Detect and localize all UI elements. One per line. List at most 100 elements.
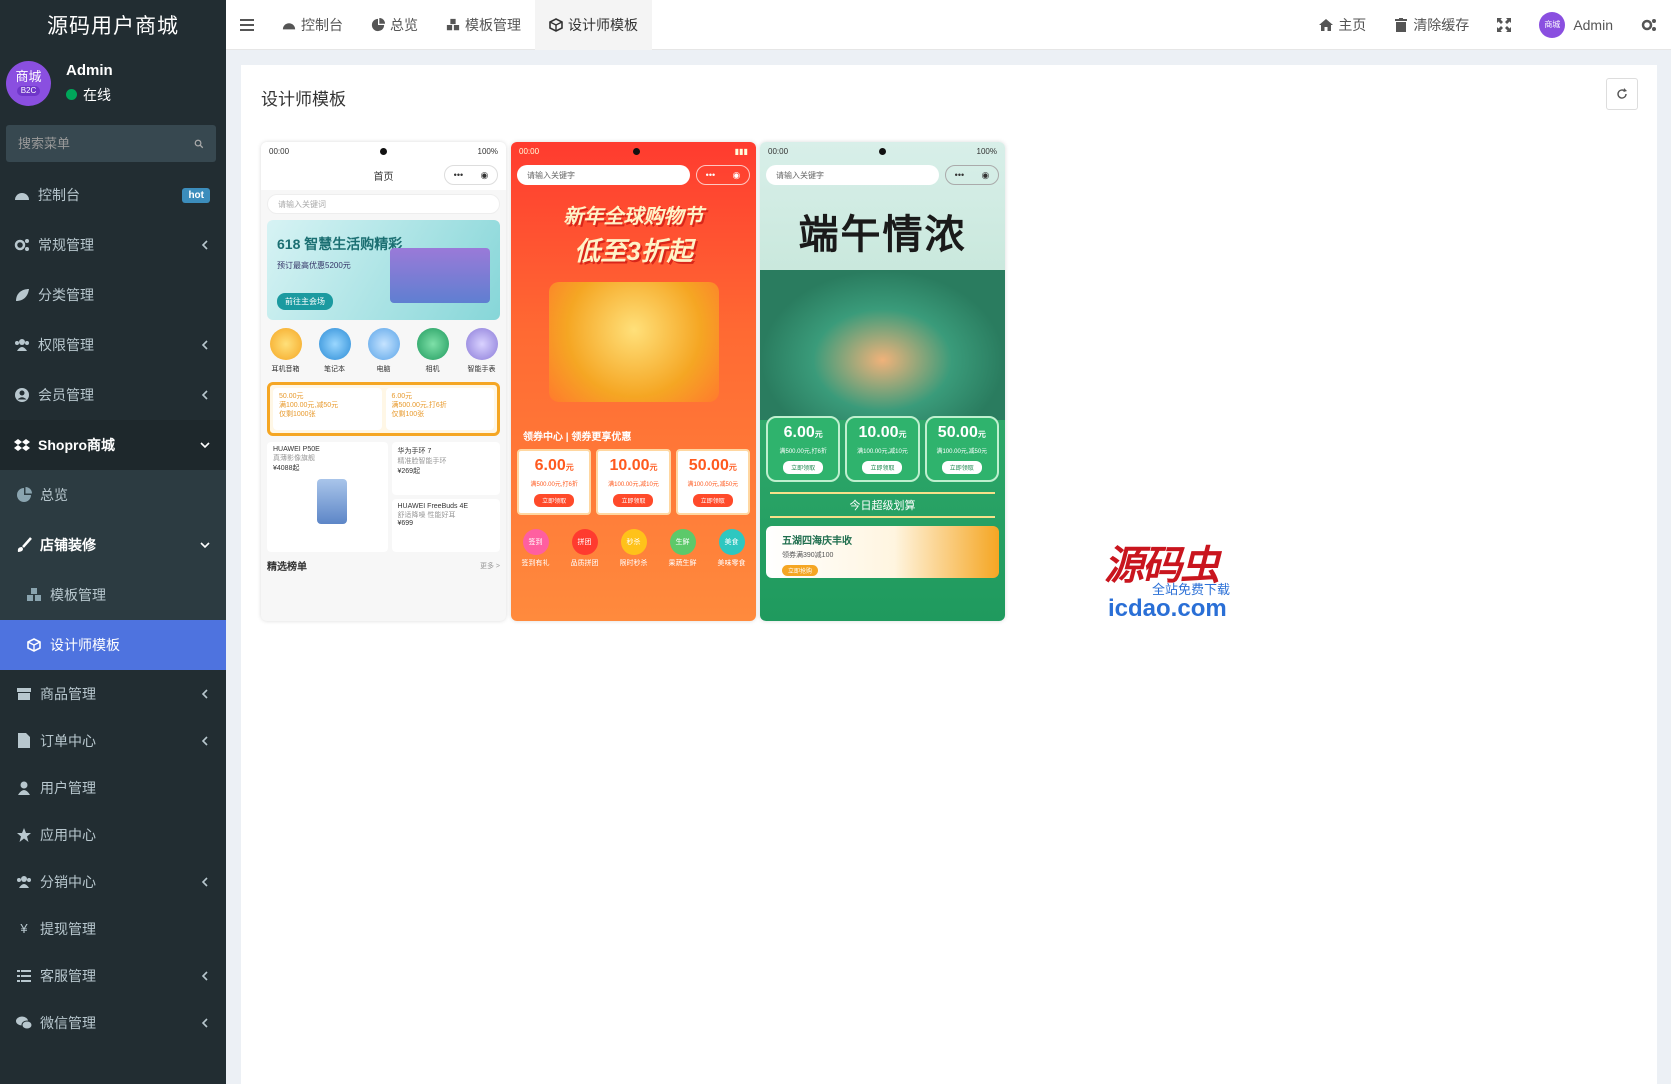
sidebar-item-label: 分类管理 bbox=[38, 287, 94, 303]
phone-page-title: 首页 bbox=[373, 171, 394, 183]
sidebar-item-distribution[interactable]: 分销中心 bbox=[0, 858, 226, 905]
coupon-unit: 元 bbox=[898, 430, 907, 439]
sidebar-item-withdraw[interactable]: ¥ 提现管理 bbox=[0, 905, 226, 952]
sidebar-item-orders[interactable]: 订单中心 bbox=[0, 717, 226, 764]
user-circle-icon bbox=[14, 387, 30, 403]
clear-cache-button[interactable]: 清除缓存 bbox=[1380, 0, 1483, 50]
sidebar-item-overview[interactable]: 总览 bbox=[0, 470, 226, 520]
sidebar-item-label: Shopro商城 bbox=[38, 437, 115, 453]
product-name: HUAWEI FreeBuds 4E bbox=[397, 503, 469, 510]
list-icon bbox=[16, 968, 32, 984]
top-header: 控制台 总览 模板管理 设计师模板 主页 清除缓存 商城 Admin bbox=[226, 0, 1671, 50]
tab-overview[interactable]: 总览 bbox=[357, 0, 432, 50]
feature-label: 品质拼团 bbox=[570, 560, 599, 567]
fullscreen-button[interactable] bbox=[1483, 0, 1525, 50]
coupon: 6.00元 满500.00元,打6折 立即领取 bbox=[766, 416, 841, 482]
flash-sale-icon: 秒杀 bbox=[620, 529, 647, 555]
refresh-button[interactable] bbox=[1606, 78, 1638, 110]
tab-designer-template[interactable]: 设计师模板 bbox=[535, 0, 652, 50]
chevron-down-icon bbox=[200, 542, 210, 549]
header-user-name: Admin bbox=[1573, 16, 1613, 33]
sidebar-item-label: 会员管理 bbox=[38, 387, 94, 403]
status-time: 00:00 bbox=[269, 146, 290, 156]
tab-template-manage[interactable]: 模板管理 bbox=[432, 0, 535, 50]
more-dots-icon: ••• bbox=[954, 170, 965, 180]
coupon-unit: 元 bbox=[814, 430, 823, 439]
chevron-left-icon bbox=[201, 1017, 208, 1028]
dashboard-icon bbox=[282, 22, 296, 29]
signin-icon: 签到 bbox=[522, 529, 549, 555]
search-icon[interactable] bbox=[194, 137, 204, 151]
coupon-amount: 50.00元 bbox=[279, 393, 304, 400]
product-name: 华为手环 7 bbox=[397, 448, 432, 455]
sidebar-item-apps[interactable]: 应用中心 bbox=[0, 811, 226, 858]
coupon-strip: 50.00元 满100.00元,减50元 仅剩1000张 6.00元 满500.… bbox=[267, 382, 500, 436]
cube-icon bbox=[26, 637, 42, 653]
feature-item: 秒杀 限时秒杀 bbox=[620, 529, 648, 568]
sidebar-item-decoration[interactable]: 店铺装修 bbox=[0, 520, 226, 570]
brush-icon bbox=[16, 537, 32, 553]
group-buy-icon: 拼团 bbox=[571, 529, 598, 555]
coupon: 10.00元 满100.00元,减10元 立即领取 bbox=[845, 416, 920, 482]
pie-chart-icon bbox=[371, 17, 385, 31]
coupon-condition: 满500.00元,打6折 bbox=[391, 402, 447, 410]
sidebar-item-label: 客服管理 bbox=[40, 967, 96, 984]
home-label: 主页 bbox=[1338, 16, 1367, 33]
coupon-condition: 满100.00元,减10元 bbox=[857, 449, 908, 455]
users-icon bbox=[16, 874, 32, 890]
users-icon bbox=[14, 337, 30, 353]
coupon-condition: 满100.00元,减50元 bbox=[687, 482, 739, 488]
feature-item: 签到 签到有礼 bbox=[522, 529, 550, 568]
sidebar-item-users[interactable]: 用户管理 bbox=[0, 764, 226, 811]
user-icon bbox=[16, 780, 32, 796]
sidebar-item-general[interactable]: 常规管理 bbox=[0, 220, 226, 270]
coupon-amount: 10.00 bbox=[609, 457, 650, 474]
cubes-icon bbox=[26, 587, 42, 603]
settings-button[interactable] bbox=[1627, 0, 1671, 50]
template-card-2[interactable]: 00:00 ▮▮▮ 请输入关键字 ••• ◉ 新年全球购物节 低至3折起 领券中心… bbox=[511, 142, 756, 621]
promo-title: 五湖四海庆丰收 bbox=[782, 536, 852, 547]
tab-label: 控制台 bbox=[301, 16, 343, 33]
coupon-amount-wrap: 50.00元 bbox=[680, 457, 746, 475]
feature-label: 果蔬生鲜 bbox=[668, 560, 697, 567]
search-input[interactable] bbox=[18, 136, 194, 151]
product-card: HUAWEI P50E 真薄影像旗舰 ¥4088起 bbox=[267, 442, 388, 552]
product-name: HUAWEI P50E bbox=[273, 446, 320, 453]
user-info: Admin 在线 bbox=[66, 62, 113, 105]
category-item: 智能手表 bbox=[465, 328, 498, 374]
trash-icon bbox=[1395, 17, 1408, 32]
tab-dashboard[interactable]: 控制台 bbox=[268, 0, 357, 50]
category-item: 耳机音箱 bbox=[269, 328, 302, 374]
sidebar-item-wechat[interactable]: 微信管理 bbox=[0, 999, 226, 1046]
coupon-center-title: 领券中心 | 领券更享优惠 bbox=[523, 432, 632, 443]
sidebar-menu: 控制台 hot 常规管理 分类管理 权限管理 会员管理 Shopro商城 总览 … bbox=[0, 170, 226, 1046]
sidebar-item-category[interactable]: 分类管理 bbox=[0, 270, 226, 320]
brand-title[interactable]: 源码用户商城 bbox=[0, 0, 226, 50]
sidebar-item-designer-template[interactable]: 设计师模板 bbox=[0, 620, 226, 670]
home-link[interactable]: 主页 bbox=[1305, 0, 1380, 50]
sidebar-item-dashboard[interactable]: 控制台 hot bbox=[0, 170, 226, 220]
category-item: 电脑 bbox=[367, 328, 400, 374]
menu-toggle-button[interactable] bbox=[226, 0, 268, 50]
more-dots-icon: ••• bbox=[453, 170, 464, 180]
sidebar-item-label: 应用中心 bbox=[40, 826, 96, 843]
leaf-icon bbox=[14, 287, 30, 303]
coupon-amount: 6.00元 bbox=[391, 393, 413, 400]
user-menu[interactable]: 商城 Admin bbox=[1525, 0, 1627, 50]
template-card-3[interactable]: 00:00 100% 请输入关键字 ••• ◉ 端午情浓 6.00元 满500.00… bbox=[760, 142, 1005, 621]
sidebar-item-label: 用户管理 bbox=[40, 779, 96, 796]
sidebar-item-service[interactable]: 客服管理 bbox=[0, 952, 226, 999]
template-card-1[interactable]: 00:00 100% 首页 ••• ◉ 请输入关键词 618 智慧生活购精彩 预订… bbox=[261, 142, 506, 621]
status-time: 00:00 bbox=[768, 146, 789, 156]
sidebar-item-permission[interactable]: 权限管理 bbox=[0, 320, 226, 370]
sidebar-item-goods[interactable]: 商品管理 bbox=[0, 670, 226, 717]
sidebar-item-template-manage[interactable]: 模板管理 bbox=[0, 570, 226, 620]
avatar-text: 商城 bbox=[15, 69, 42, 84]
rank-section: 精选榜单 更多 > bbox=[267, 558, 500, 573]
sidebar-item-shopro[interactable]: Shopro商城 bbox=[0, 420, 226, 470]
target-icon: ◉ bbox=[981, 169, 990, 180]
category-item: 笔记本 bbox=[318, 328, 351, 374]
category-label: 电脑 bbox=[376, 366, 391, 373]
sidebar-item-member[interactable]: 会员管理 bbox=[0, 370, 226, 420]
phone-topbar: 首页 ••• ◉ bbox=[261, 160, 506, 190]
